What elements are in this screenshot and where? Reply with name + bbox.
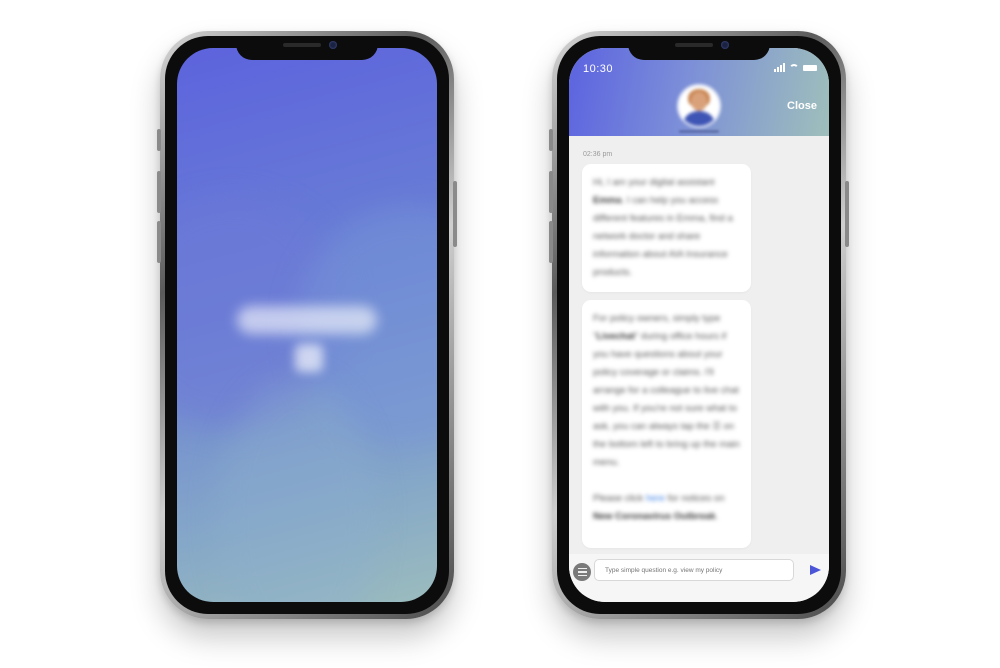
chat-input[interactable] bbox=[594, 559, 794, 581]
chat-input-bar bbox=[569, 554, 829, 602]
phone-notch bbox=[628, 36, 770, 60]
power-button bbox=[453, 181, 457, 247]
phone-right-frame: 10:30 Close 02:36 pm Hi, I am your digit… bbox=[549, 31, 849, 619]
battery-icon bbox=[803, 64, 817, 71]
front-camera bbox=[721, 41, 729, 49]
phone-notch bbox=[236, 36, 378, 60]
send-icon[interactable] bbox=[810, 565, 821, 575]
chat-bubble: Hi, I am your digital assistant Emma. I … bbox=[582, 164, 751, 292]
chat-message-text: For policy owners, simply type "Livechat… bbox=[593, 313, 740, 522]
volume-down-button bbox=[549, 221, 553, 263]
chat-message-text: Hi, I am your digital assistant Emma. I … bbox=[593, 177, 733, 278]
assistant-avatar bbox=[679, 86, 719, 126]
assistant-name-blurred bbox=[679, 130, 719, 133]
mute-switch bbox=[549, 129, 553, 151]
notice-link[interactable]: here bbox=[646, 493, 665, 504]
volume-up-button bbox=[157, 171, 161, 213]
splash-logo bbox=[237, 306, 377, 334]
menu-inline-icon: ☰ bbox=[712, 421, 721, 432]
signal-icon bbox=[774, 63, 785, 72]
splash-logo-mark bbox=[295, 344, 323, 372]
speaker-grille bbox=[283, 43, 321, 47]
chat-header: 10:30 Close bbox=[569, 48, 829, 136]
status-time: 10:30 bbox=[583, 63, 614, 75]
speaker-grille bbox=[675, 43, 713, 47]
status-icons bbox=[774, 63, 817, 72]
phone-bezel: 10:30 Close 02:36 pm Hi, I am your digit… bbox=[557, 36, 841, 614]
chat-screen: 10:30 Close 02:36 pm Hi, I am your digit… bbox=[569, 48, 829, 602]
wifi-icon bbox=[789, 63, 799, 72]
message-timestamp: 02:36 pm bbox=[583, 151, 613, 158]
chat-bubble: For policy owners, simply type "Livechat… bbox=[582, 300, 751, 548]
phone-left-frame bbox=[157, 31, 457, 619]
phone-bezel bbox=[165, 36, 449, 614]
menu-icon[interactable] bbox=[573, 563, 591, 581]
close-button[interactable]: Close bbox=[787, 100, 817, 112]
splash-screen bbox=[177, 48, 437, 602]
front-camera bbox=[329, 41, 337, 49]
mute-switch bbox=[157, 129, 161, 151]
power-button bbox=[845, 181, 849, 247]
volume-up-button bbox=[549, 171, 553, 213]
volume-down-button bbox=[157, 221, 161, 263]
